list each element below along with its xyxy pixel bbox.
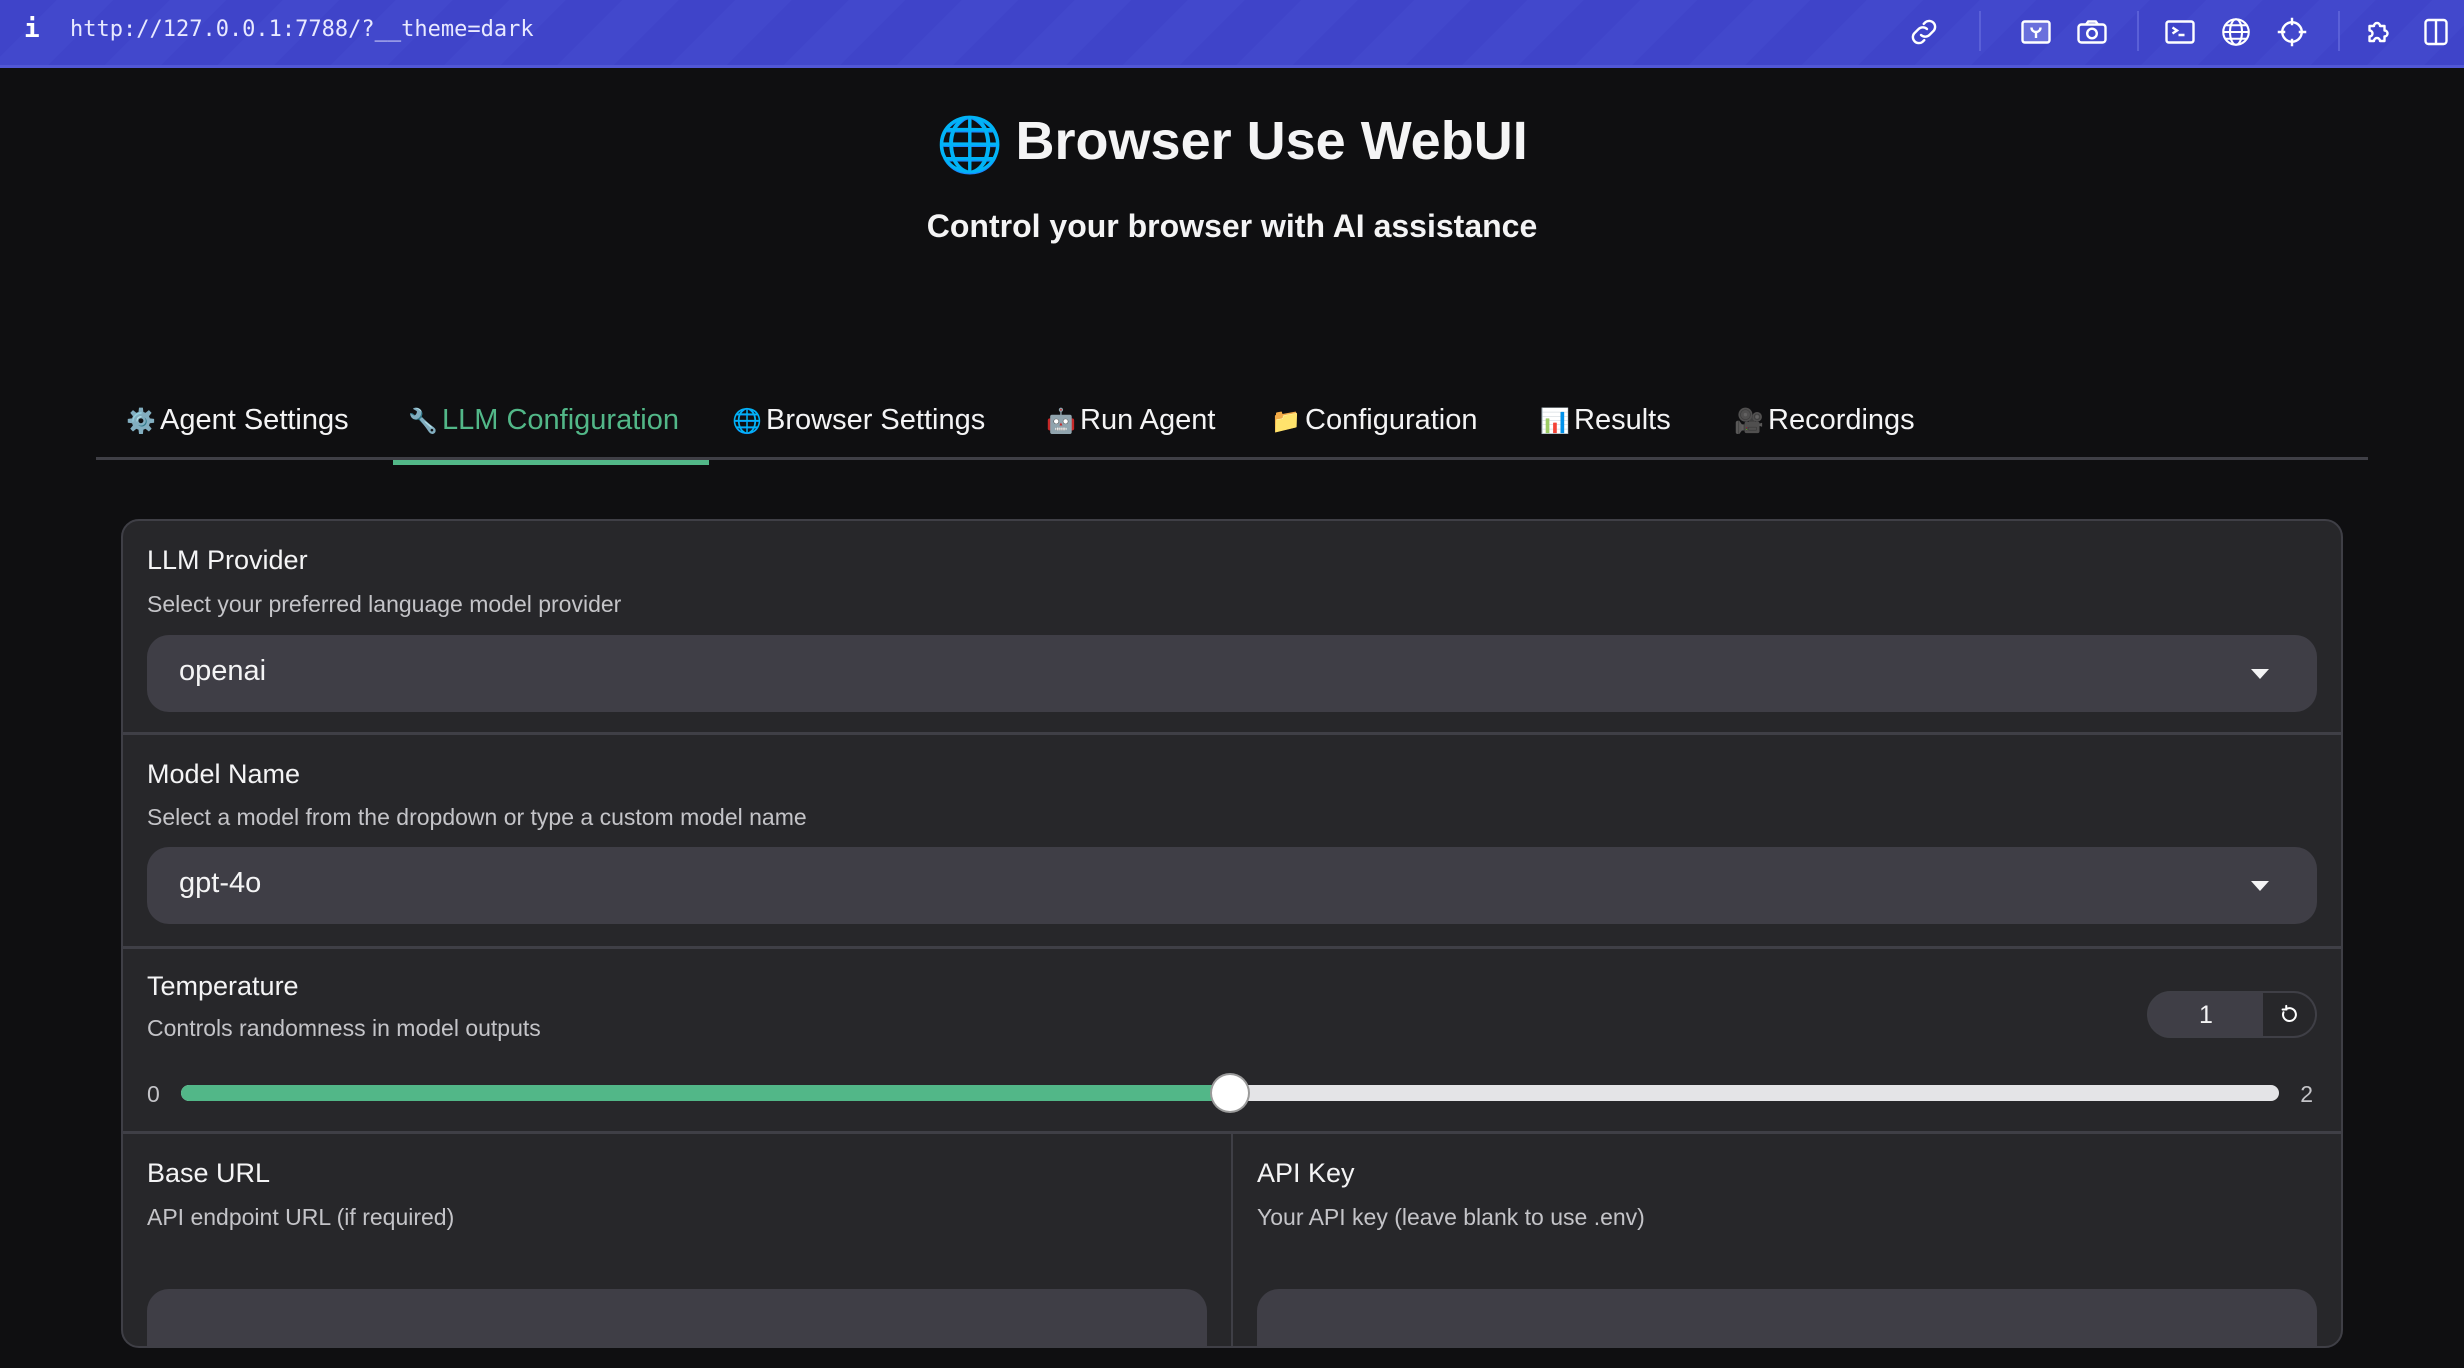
llm-provider-dropdown[interactable]: openai <box>147 635 2317 712</box>
terminal-icon[interactable] <box>2162 14 2198 50</box>
globe-icon: 🌐 <box>732 408 762 435</box>
tab-label: Run Agent <box>1080 404 1216 436</box>
page-title: 🌐 Browser Use WebUI <box>0 110 2464 177</box>
robot-icon: 🤖 <box>1046 408 1076 435</box>
slider-fill <box>181 1085 1230 1101</box>
temperature-slider[interactable] <box>181 1075 2279 1111</box>
slider-thumb[interactable] <box>1212 1075 1248 1111</box>
llm-provider-value: openai <box>179 655 267 687</box>
endpoint-row: Base URL API endpoint URL (if required) … <box>123 1134 2341 1346</box>
api-key-field: API Key Your API key (leave blank to use… <box>1233 1134 2341 1346</box>
page-title-text: Browser Use WebUI <box>1015 111 1528 171</box>
globe-emoji-icon: 🌐 <box>936 115 1004 175</box>
api-key-label: API Key <box>1257 1158 1355 1188</box>
model-name-dropdown[interactable]: gpt-4o <box>147 847 2317 924</box>
temperature-label: Temperature <box>147 971 299 1001</box>
wrench-icon: 🔧 <box>408 408 438 435</box>
tab-label: Browser Settings <box>766 404 986 436</box>
link-icon[interactable] <box>1906 14 1942 50</box>
slider-max-label: 2 <box>2300 1081 2313 1107</box>
folder-icon: 📁 <box>1271 408 1301 435</box>
split-view-icon[interactable] <box>2418 14 2454 50</box>
llm-provider-label: LLM Provider <box>147 545 308 575</box>
chevron-down-icon <box>2251 881 2269 891</box>
camera-icon[interactable] <box>2074 14 2110 50</box>
tab-agent-settings[interactable]: ⚙️ Agent Settings <box>126 404 349 460</box>
tab-recordings[interactable]: 🎥 Recordings <box>1734 404 1915 460</box>
bar-chart-icon: 📊 <box>1540 408 1570 435</box>
screenshot-region-icon[interactable] <box>2018 14 2054 50</box>
tab-bar: ⚙️ Agent Settings 🔧 LLM Configuration 🌐 Bro… <box>96 390 2368 465</box>
info-icon[interactable]: i <box>24 14 40 44</box>
tab-label: Recordings <box>1768 404 1915 436</box>
api-key-input[interactable] <box>1257 1289 2317 1346</box>
base-url-input[interactable] <box>147 1289 1207 1346</box>
tab-configuration[interactable]: 📁 Configuration <box>1271 404 1478 460</box>
base-url-field: Base URL API endpoint URL (if required) <box>123 1134 1233 1346</box>
tab-label: Results <box>1574 404 1671 436</box>
toolbar-divider <box>2338 11 2340 51</box>
extension-icon[interactable] <box>2362 14 2398 50</box>
llm-provider-description: Select your preferred language model pro… <box>147 591 622 617</box>
gear-icon: ⚙️ <box>126 408 156 435</box>
toolbar-divider <box>1979 11 1981 51</box>
temperature-value[interactable]: 1 <box>2149 1001 2263 1030</box>
chevron-down-icon <box>2251 669 2269 679</box>
model-name-field: Model Name Select a model from the dropd… <box>123 735 2341 949</box>
tab-browser-settings[interactable]: 🌐 Browser Settings <box>732 404 985 460</box>
model-name-description: Select a model from the dropdown or type… <box>147 804 807 830</box>
api-key-description: Your API key (leave blank to use .env) <box>1257 1204 1645 1230</box>
llm-config-panel: LLM Provider Select your preferred langu… <box>121 519 2343 1348</box>
movie-camera-icon: 🎥 <box>1734 408 1764 435</box>
globe-icon[interactable] <box>2218 14 2254 50</box>
tab-label: LLM Configuration <box>442 404 679 436</box>
reset-icon[interactable] <box>2263 993 2315 1036</box>
temperature-description: Controls randomness in model outputs <box>147 1015 541 1041</box>
base-url-label: Base URL <box>147 1158 271 1188</box>
model-name-value: gpt-4o <box>179 867 262 899</box>
tab-llm-configuration[interactable]: 🔧 LLM Configuration <box>393 404 709 465</box>
url-text[interactable]: http://127.0.0.1:7788/?__theme=dark <box>70 17 534 42</box>
toolbar-divider <box>2137 11 2139 51</box>
tab-label: Configuration <box>1305 404 1478 436</box>
page-subtitle: Control your browser with AI assistance <box>926 208 1538 244</box>
llm-provider-field: LLM Provider Select your preferred langu… <box>123 521 2341 735</box>
tab-run-agent[interactable]: 🤖 Run Agent <box>1046 404 1215 460</box>
temperature-number-input[interactable]: 1 <box>2147 991 2317 1038</box>
temperature-field: Temperature Controls randomness in model… <box>123 949 2341 1134</box>
slider-min-label: 0 <box>147 1081 160 1107</box>
base-url-description: API endpoint URL (if required) <box>147 1204 455 1230</box>
browser-address-bar: i http://127.0.0.1:7788/?__theme=dark <box>0 0 2464 68</box>
model-name-label: Model Name <box>147 759 301 789</box>
crosshair-icon[interactable] <box>2274 14 2310 50</box>
tab-label: Agent Settings <box>160 404 349 436</box>
tab-results[interactable]: 📊 Results <box>1540 404 1671 460</box>
